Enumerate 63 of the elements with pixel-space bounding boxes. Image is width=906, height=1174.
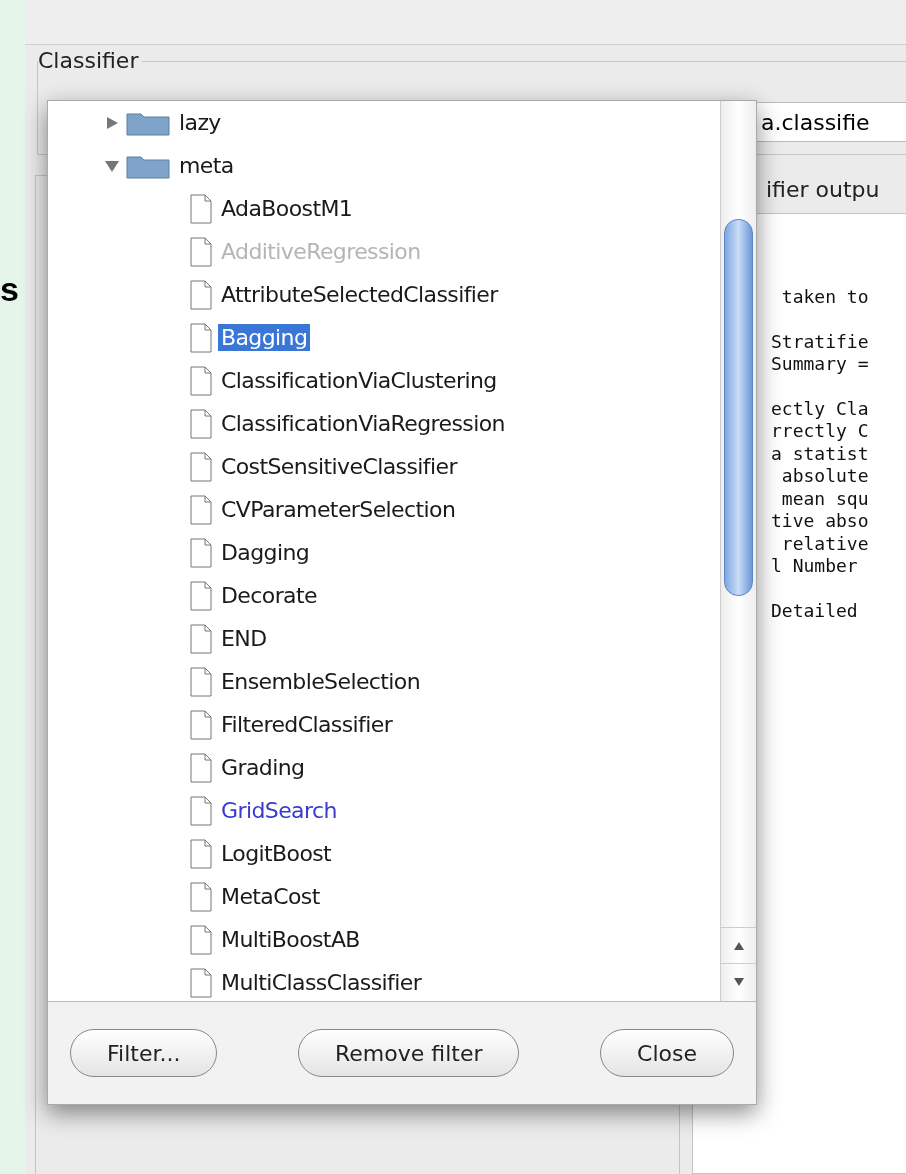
tree-item[interactable]: CVParameterSelection: [218, 496, 459, 523]
classifier-field[interactable]: a.classifie: [756, 102, 906, 142]
output-line: rrectly C: [771, 420, 870, 443]
tree-item[interactable]: EnsembleSelection: [218, 668, 424, 695]
disclosure-triangle-icon[interactable]: [104, 115, 120, 130]
output-line: Detailed: [771, 599, 859, 622]
document-icon: [190, 365, 212, 396]
tree-item[interactable]: ClassificationViaRegression: [218, 410, 508, 437]
tree-folder-label[interactable]: lazy: [176, 109, 224, 136]
tree-item[interactable]: Decorate: [218, 582, 320, 609]
tree-item[interactable]: MultiClassClassifier: [218, 969, 425, 996]
output-line: mean squ: [780, 487, 870, 510]
tree-item[interactable]: GridSearch: [218, 797, 340, 824]
cut-off-letter: s: [0, 272, 20, 306]
tree-item[interactable]: ClassificationViaClustering: [218, 367, 500, 394]
output-line: taken to: [780, 286, 870, 309]
output-line: a statist: [771, 442, 870, 465]
disclosure-triangle-icon[interactable]: [104, 158, 120, 173]
scrollbar[interactable]: [720, 101, 756, 1001]
document-icon: [190, 709, 212, 740]
tree-item[interactable]: AdaBoostM1: [218, 195, 356, 222]
document-icon: [190, 193, 212, 224]
tree-item[interactable]: FilteredClassifier: [218, 711, 396, 738]
tree-item[interactable]: END: [218, 625, 270, 652]
document-icon: [190, 494, 212, 525]
document-icon: [190, 838, 212, 869]
document-icon: [190, 279, 212, 310]
document-icon: [190, 967, 212, 998]
output-line: Summary =: [771, 353, 870, 376]
dialog-button[interactable]: Remove filter: [298, 1029, 520, 1077]
document-icon: [190, 236, 212, 267]
tree-item[interactable]: MetaCost: [218, 883, 323, 910]
tree-item[interactable]: Grading: [218, 754, 308, 781]
document-icon: [190, 451, 212, 482]
dialog-button[interactable]: Filter...: [70, 1029, 218, 1077]
document-icon: [190, 881, 212, 912]
output-line: Stratifie: [771, 330, 870, 353]
scrollbar-thumb[interactable]: [724, 219, 753, 596]
tree-item[interactable]: LogitBoost: [218, 840, 335, 867]
output-line: l Number: [771, 555, 859, 578]
document-icon: [190, 666, 212, 697]
scroll-up-icon[interactable]: [732, 941, 745, 951]
document-icon: [190, 408, 212, 439]
document-icon: [190, 580, 212, 611]
scroll-down-icon[interactable]: [732, 977, 745, 987]
document-icon: [190, 322, 212, 353]
tree-item[interactable]: MultiBoostAB: [218, 926, 363, 953]
output-line: relative: [780, 532, 870, 555]
output-line: tive abso: [771, 510, 870, 533]
document-icon: [190, 537, 212, 568]
tree-item[interactable]: Dagging: [218, 539, 313, 566]
dialog-button[interactable]: Close: [600, 1029, 734, 1077]
output-line: absolute: [780, 465, 870, 488]
tree-item[interactable]: CostSensitiveClassifier: [218, 453, 460, 480]
document-icon: [190, 752, 212, 783]
tree-item[interactable]: AttributeSelectedClassifier: [218, 281, 501, 308]
document-icon: [190, 623, 212, 654]
tree-item[interactable]: Bagging: [218, 324, 311, 351]
tree-folder-label[interactable]: meta: [176, 152, 237, 179]
output-line: ectly Cla: [771, 397, 870, 420]
document-icon: [190, 795, 212, 826]
document-icon: [190, 924, 212, 955]
output-title: ifier outpu: [765, 176, 881, 204]
